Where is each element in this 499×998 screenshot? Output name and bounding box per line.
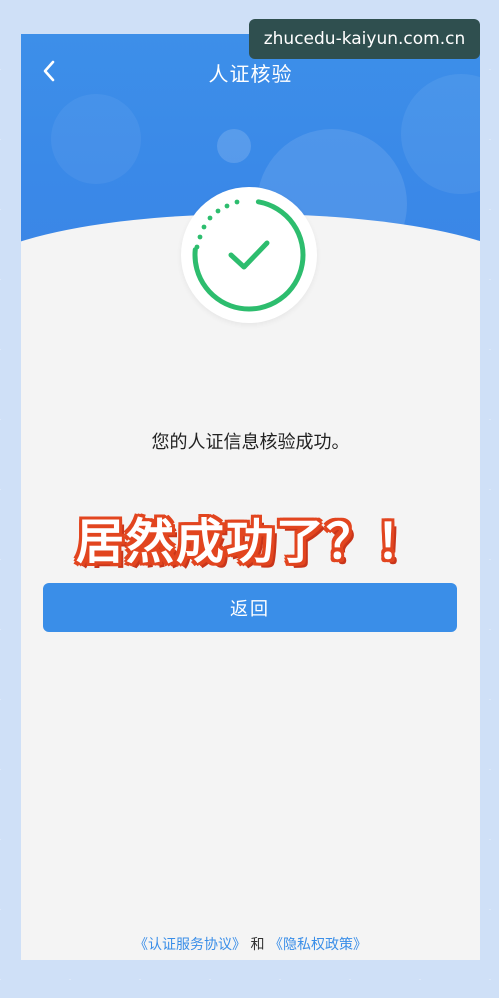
app-screen: 人证核验 您的人证信息核验成功。 居然成功了？！ 返回 《认证服务协议》 和 《… <box>21 34 480 960</box>
footer-agreements: 《认证服务协议》 和 《隐私权政策》 <box>21 934 480 954</box>
success-message: 您的人证信息核验成功。 <box>151 432 350 453</box>
page-title: 人证核验 <box>208 62 293 86</box>
privacy-policy-link[interactable]: 《隐私权政策》 <box>269 937 367 953</box>
service-agreement-link[interactable]: 《认证服务协议》 <box>134 937 246 953</box>
checkmark-circle-icon <box>192 198 306 312</box>
success-badge <box>181 187 317 323</box>
footer-conjunction: 和 <box>250 937 265 953</box>
decor-bubble <box>217 129 251 163</box>
watermark-badge: zhucedu-kaiyun.com.cn <box>249 19 480 59</box>
overlay-caption: 居然成功了？！ <box>75 514 426 570</box>
decor-bubble <box>51 94 141 184</box>
decor-bubble <box>401 74 480 194</box>
return-button[interactable]: 返回 <box>43 583 457 632</box>
